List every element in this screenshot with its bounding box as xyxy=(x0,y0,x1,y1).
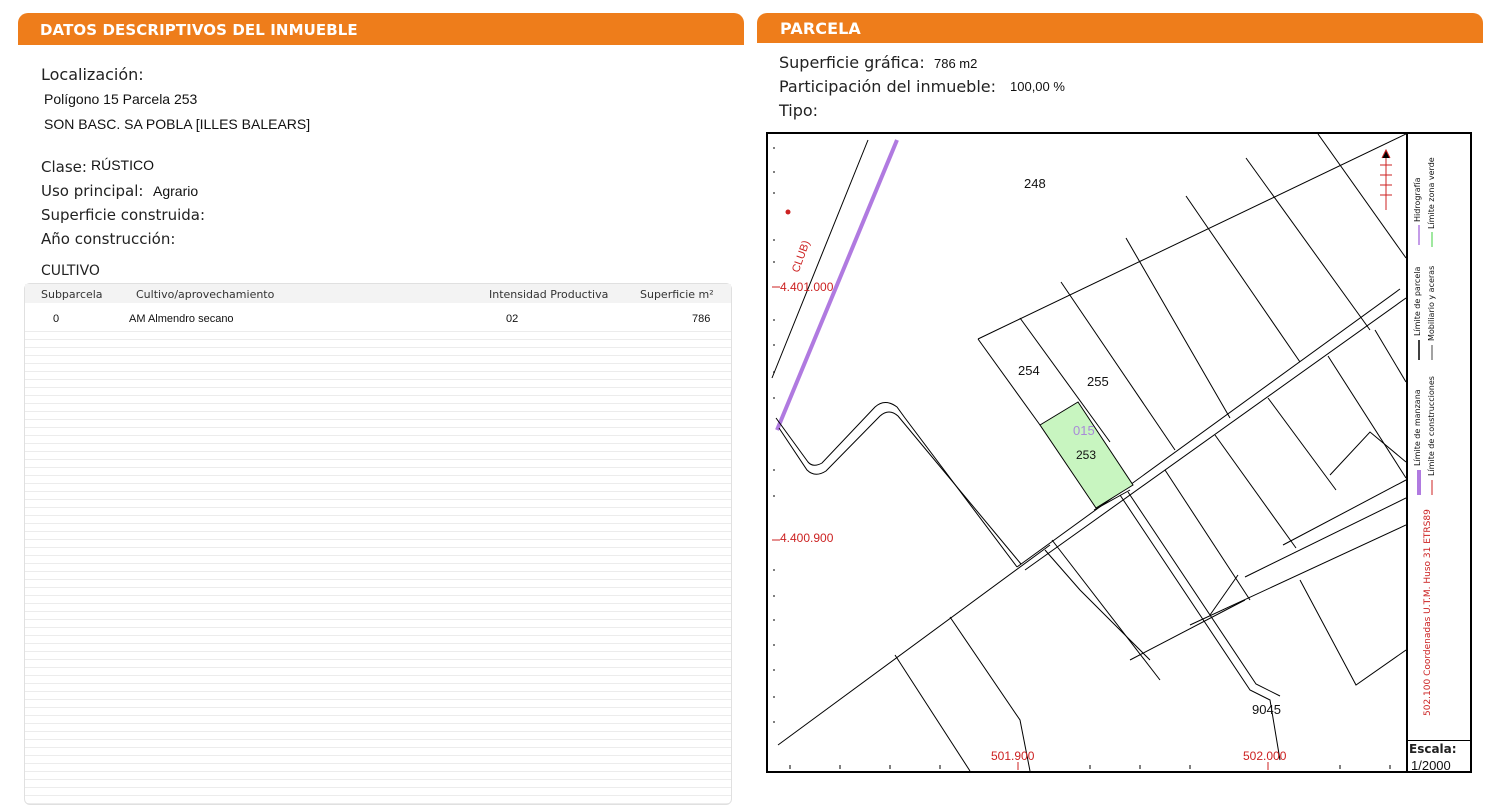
coord-y-top: 4.401.000 xyxy=(780,280,834,294)
legend-limite-zona-verde: Límite zona verde xyxy=(1427,157,1436,229)
parcel-label-254: 254 xyxy=(1018,363,1040,378)
north-arrow-icon xyxy=(1380,148,1392,210)
legend-limite-construcciones: Límite de construcciones xyxy=(1427,376,1436,476)
legend-coord-note: 502.100 Coordenadas U.T.M. Huso 31 ETRS8… xyxy=(1423,509,1433,716)
scale-value: 1/2000 xyxy=(1411,758,1451,773)
legend-divider xyxy=(1406,134,1408,771)
scale-divider xyxy=(1408,740,1470,741)
coord-y-bottom: 4.400.900 xyxy=(780,531,834,545)
parcel-label-253: 253 xyxy=(1076,448,1097,462)
parcel-label-255: 255 xyxy=(1087,374,1109,389)
legend-mobiliario: Mobiliario y aceras xyxy=(1427,265,1436,341)
scale-label: Escala: xyxy=(1409,742,1457,756)
map-drawing xyxy=(771,134,1433,771)
legend-limite-manzana: Límite de manzana xyxy=(1413,389,1422,466)
coord-x-right: 502.000 xyxy=(1243,749,1287,763)
legend-hidrografia: Hidrografía xyxy=(1413,177,1422,222)
parcel-label-248: 248 xyxy=(1024,176,1046,191)
parcel-label-015: 015 xyxy=(1073,423,1095,438)
parcel-label-9045: 9045 xyxy=(1252,702,1281,717)
coord-x-left: 501.900 xyxy=(991,749,1035,763)
legend-limite-parcela: Límite de parcela xyxy=(1413,266,1422,336)
